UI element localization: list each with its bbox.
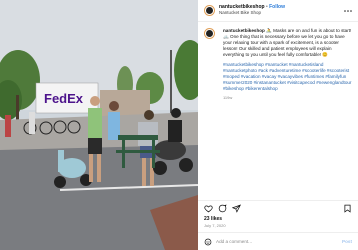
post-comment-button[interactable]: Post xyxy=(342,239,352,244)
caption-avatar[interactable] xyxy=(204,28,215,39)
caption-username[interactable]: nantucketbikeshop xyxy=(223,28,265,33)
heart-icon[interactable] xyxy=(204,204,213,213)
avatar-image xyxy=(206,7,213,14)
header-text: nantucketbikeshop • Follow Nantucket Bik… xyxy=(219,5,285,16)
post-date: July 7, 2020 xyxy=(204,223,226,228)
post-side-panel: nantucketbikeshop • Follow Nantucket Bik… xyxy=(198,0,358,250)
share-icon[interactable] xyxy=(232,203,241,213)
post-photo[interactable]: FedEx xyxy=(0,0,198,250)
separator: • xyxy=(265,4,268,11)
comment-bar: Add a comment... Post xyxy=(198,232,358,250)
caption-time: 119w xyxy=(223,94,233,100)
comment-icon[interactable] xyxy=(218,204,227,213)
caption-body: nantucketbikeshop 🚴 Masks are on and fun… xyxy=(223,28,352,100)
caption: nantucketbikeshop 🚴 Masks are on and fun… xyxy=(198,22,358,100)
avatar-image xyxy=(206,30,213,37)
bookmark-icon[interactable] xyxy=(343,204,352,213)
smiley-icon[interactable] xyxy=(204,238,212,246)
likes-count[interactable]: 23 likes xyxy=(204,216,222,222)
comment-input[interactable]: Add a comment... xyxy=(216,239,342,244)
street-scene-image: FedEx xyxy=(0,0,198,250)
hashtags[interactable]: #nantucketbikeshop #nantucket #nantucket… xyxy=(223,62,352,91)
post-modal: FedEx nantucketbikeshop • Follow Nantuck… xyxy=(0,0,358,250)
fedex-sign: FedEx xyxy=(44,91,84,106)
more-options-icon[interactable] xyxy=(344,7,352,14)
location-link[interactable]: Nantucket Bike Shop xyxy=(219,11,285,16)
follow-button[interactable]: Follow xyxy=(269,4,285,10)
avatar[interactable] xyxy=(204,5,215,16)
action-bar xyxy=(198,200,358,215)
post-header: nantucketbikeshop • Follow Nantucket Bik… xyxy=(198,0,358,22)
